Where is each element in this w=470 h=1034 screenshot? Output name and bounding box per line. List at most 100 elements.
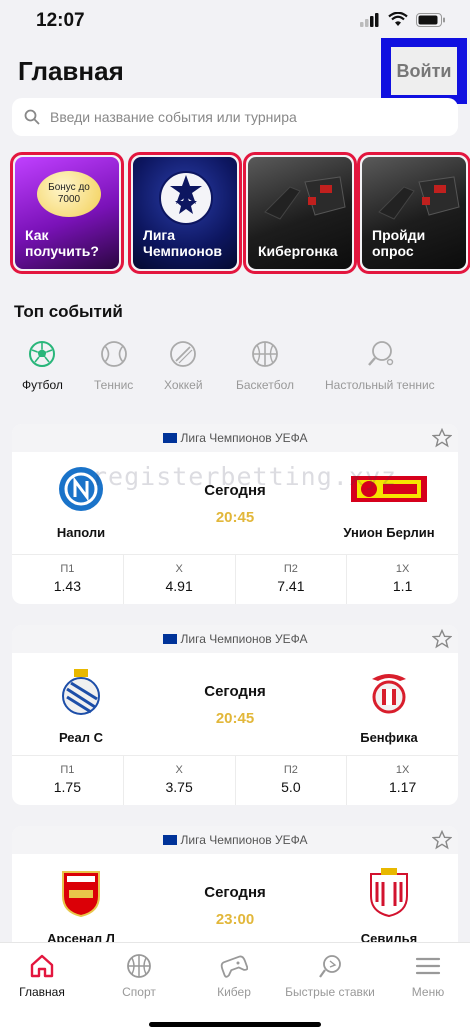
team-logo-icon (62, 871, 100, 918)
team-logo-icon (62, 669, 100, 715)
battery-icon (416, 12, 445, 27)
match-time: 23:00 (215, 911, 255, 928)
team-logo-icon (372, 674, 406, 714)
odd-label: X (175, 563, 183, 575)
tab-cyber[interactable]: Кибер (187, 953, 281, 999)
promo-label: Как получить? (25, 227, 99, 259)
eu-flag-icon (162, 433, 177, 443)
league-name: Лига Чемпионов УЕФА (180, 632, 308, 646)
favorite-star-icon[interactable] (432, 428, 452, 448)
login-highlight: Войти (381, 38, 467, 104)
tab-menu[interactable]: Меню (381, 953, 470, 999)
sport-label: Настольный теннис (325, 378, 435, 392)
odd-value: 3.75 (165, 779, 193, 795)
tab-home[interactable]: Главная (0, 953, 89, 999)
sport-label: Футбол (22, 378, 63, 392)
section-title-top-events: Топ событий (14, 302, 123, 321)
status-icons (360, 12, 446, 27)
tennis-icon (100, 341, 127, 367)
racing-wheel-icon (378, 176, 460, 220)
page-title: Главная (18, 56, 124, 86)
sport-tab-football[interactable]: Футбол (22, 340, 63, 392)
odd-label: П1 (60, 764, 75, 776)
tab-label: Главная (19, 985, 65, 999)
odd-label: П1 (60, 563, 75, 575)
racing-wheel-icon (264, 176, 346, 220)
match-time: 20:45 (215, 509, 255, 526)
sport-tab-table-tennis[interactable]: Настольный теннис (325, 340, 435, 392)
odds-row: П1 1.75 X 3.75 П2 5.0 1X 1.17 (12, 755, 458, 805)
match-league: Лига Чемпионов УЕФА (12, 625, 458, 653)
odd-button[interactable]: П1 1.75 (12, 756, 124, 805)
gamepad-icon (220, 955, 248, 978)
status-time: 12:07 (36, 10, 85, 31)
match-league: Лига Чемпионов УЕФА (12, 424, 458, 452)
bonus-badge: Бонус до 7000 (37, 171, 101, 217)
menu-icon (415, 957, 441, 975)
basketball-icon (252, 341, 278, 367)
promo-carousel[interactable]: Бонус до 7000 Как получить? Лига Чемпион… (10, 152, 470, 276)
odd-label: X (175, 764, 183, 776)
tab-label: Спорт (122, 985, 156, 999)
odd-label: 1X (395, 764, 410, 776)
odd-label: П2 (283, 764, 298, 776)
odd-value: 1.1 (392, 578, 413, 594)
odd-button[interactable]: 1X 1.17 (347, 756, 458, 805)
wifi-icon (388, 12, 408, 26)
tab-sport[interactable]: Спорт (92, 953, 186, 999)
sport-tab-tennis[interactable]: Теннис (94, 340, 133, 392)
match-datetime: Сегодня 23:00 (172, 884, 298, 928)
odd-label: 1X (395, 563, 410, 575)
match-card[interactable]: Лига Чемпионов УЕФА Наполи Сегодня 20:45… (12, 424, 458, 604)
promo-label: Пройди опрос (372, 227, 426, 259)
odd-button[interactable]: П1 1.43 (12, 555, 124, 604)
odd-value: 7.41 (277, 578, 305, 594)
promo-label: Лига Чемпионов (143, 227, 223, 259)
match-day: Сегодня (204, 884, 266, 901)
odd-button[interactable]: X 4.91 (124, 555, 236, 604)
tab-label: Меню (411, 985, 445, 999)
match-time: 20:45 (215, 710, 255, 727)
bottom-tab-bar: Главная Спорт Кибер Быстрые ставки Меню (0, 942, 470, 1034)
home-icon (30, 954, 54, 978)
promo-card-champions-league[interactable]: Лига Чемпионов (128, 152, 242, 274)
odd-button[interactable]: П2 7.41 (236, 555, 348, 604)
basketball-icon (127, 954, 151, 978)
match-league: Лига Чемпионов УЕФА (12, 826, 458, 854)
promo-card-cyber-race[interactable]: Кибергонка (243, 152, 357, 274)
promo-card-bonus[interactable]: Бонус до 7000 Как получить? (10, 152, 124, 274)
match-card[interactable]: Лига Чемпионов УЕФА Реал С Сегодня 20:45… (12, 625, 458, 805)
favorite-star-icon[interactable] (432, 830, 452, 850)
sport-label: Теннис (94, 378, 134, 392)
hockey-icon (170, 341, 197, 367)
tab-label: Быстрые ставки (285, 985, 375, 999)
match-datetime: Сегодня 20:45 (172, 683, 298, 727)
sport-filter: Футбол Теннис Хоккей Баскетбол Настольны… (0, 340, 470, 406)
odd-button[interactable]: 1X 1.1 (347, 555, 458, 604)
sport-tab-basketball[interactable]: Баскетбол (236, 340, 294, 392)
odd-value: 1.75 (53, 779, 81, 795)
table-tennis-icon (367, 341, 394, 366)
favorite-star-icon[interactable] (432, 629, 452, 649)
champions-league-logo-icon (159, 171, 213, 225)
tab-fast-bets[interactable]: Быстрые ставки (283, 953, 377, 999)
login-button[interactable]: Войти (391, 47, 457, 95)
odd-button[interactable]: П2 5.0 (236, 756, 348, 805)
league-name: Лига Чемпионов УЕФА (180, 431, 308, 445)
search-input[interactable] (50, 109, 430, 125)
home-team-name: Реал С (58, 730, 104, 745)
home-team: Реал С (16, 667, 146, 745)
header: Главная Войти (0, 38, 470, 104)
odd-button[interactable]: X 3.75 (124, 756, 236, 805)
promo-label: Кибергонка (258, 243, 338, 259)
sport-label: Хоккей (164, 378, 203, 392)
away-team: Бенфика (324, 667, 454, 745)
signal-icon (360, 12, 379, 27)
tab-label: Кибер (217, 985, 251, 999)
search-bar[interactable] (12, 98, 458, 136)
odd-value: 1.17 (389, 779, 417, 795)
promo-card-survey[interactable]: Пройди опрос (357, 152, 470, 274)
sport-tab-hockey[interactable]: Хоккей (164, 340, 203, 392)
lightning-ball-icon (319, 955, 341, 978)
odd-label: П2 (283, 563, 298, 575)
